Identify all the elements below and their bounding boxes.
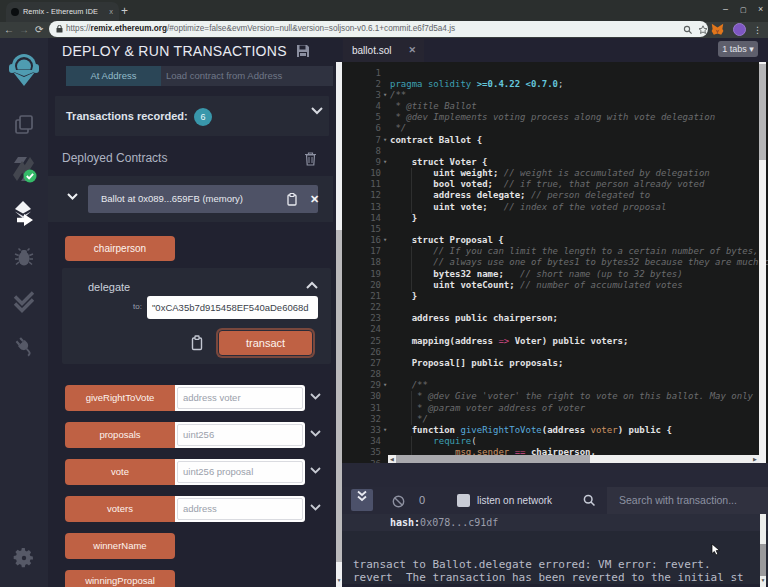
solidity-compiler-icon[interactable] (0, 154, 48, 188)
debugger-icon[interactable] (0, 245, 48, 273)
terminal-content: hash:0x078...c91df transact to Ballot.de… (342, 514, 768, 587)
fn-button-voters[interactable]: voters (65, 496, 175, 522)
delegate-to-input[interactable]: "0xCA35b7d915458EF540aDe6068d (147, 296, 318, 319)
url-search-icon[interactable] (683, 25, 693, 35)
transactions-recorded-label: Transactions recorded: (66, 110, 188, 122)
fn-row-proposals: proposalsuint256 (65, 422, 305, 448)
line-numbers: 1 2 3 4 5 6 7 8 9 10 11 12 13 14 15 16 1… (342, 68, 381, 464)
tx-hash-row[interactable]: hash:0x078...c91df (342, 514, 768, 531)
editor-hscrollbar[interactable]: ◀▶ (388, 455, 759, 463)
fn-expand-chevron-icon[interactable] (309, 466, 322, 475)
editor-tab-ballot[interactable]: ballot.sol ✕ (343, 39, 424, 62)
fn-expand-chevron-icon[interactable] (309, 503, 322, 512)
back-button[interactable]: ← (4, 22, 14, 38)
code-content: pragma solidity >=0.4.22 <0.7.0; /** * @… (390, 68, 768, 459)
url-host: remix.ethereum.org (91, 24, 167, 33)
browser-tab-title: Remix - Ethereum IDE (23, 2, 98, 22)
url-bar[interactable]: https://remix.ethereum.org/#optimize=fal… (49, 21, 708, 37)
fn-expand-chevron-icon[interactable] (309, 429, 322, 438)
fn-button-vote[interactable]: vote (65, 459, 175, 485)
window-maximize-button[interactable]: ▢ (740, 2, 747, 18)
fn-expand-chevron-icon[interactable] (309, 392, 322, 401)
code-editor[interactable]: 1 2 3 4 5 6 7 8 9 10 11 12 13 14 15 16 1… (342, 62, 768, 463)
deployed-contract-label: Ballot at 0x089...659FB (memory) (101, 193, 243, 204)
browser-tab[interactable]: Remix - Ethereum IDE x (6, 2, 119, 22)
fn-row-giveRightToVote: giveRightToVoteaddress voter (65, 385, 305, 411)
favicon (11, 8, 19, 16)
new-tab-button[interactable]: + (121, 2, 128, 20)
save-scenario-icon[interactable] (296, 44, 310, 58)
indent-guide (411, 168, 412, 213)
tab-close-icon[interactable]: x (109, 2, 113, 22)
fn-button-proposals[interactable]: proposals (65, 422, 175, 448)
fn-input-voters[interactable]: address (175, 496, 305, 522)
metamask-extension-icon[interactable] (711, 23, 724, 36)
deploy-run-icon[interactable] (0, 200, 48, 230)
delegate-to-label: to: (104, 302, 142, 311)
editor-tab-label: ballot.sol (352, 45, 391, 56)
lock-icon (56, 25, 63, 33)
plugin-manager-icon[interactable] (0, 334, 48, 362)
transactions-count-badge: 6 (194, 108, 212, 126)
remove-contract-icon[interactable]: ✕ (310, 185, 319, 213)
at-address-button[interactable]: At Address (66, 66, 161, 86)
window-minimize-button[interactable]: – (723, 2, 728, 16)
settings-gear-icon[interactable] (0, 546, 48, 574)
bookmark-star-icon[interactable] (698, 25, 708, 35)
pending-tx-count: 0 (419, 494, 425, 506)
terminal-gap (342, 463, 768, 487)
fn-row-vote: voteuint256 proposal (65, 459, 305, 485)
delegate-copy-icon[interactable] (190, 334, 204, 351)
at-address-input[interactable]: Load contract from Address (161, 66, 333, 86)
fn-input-proposals[interactable]: uint256 (175, 422, 305, 448)
forward-button[interactable]: → (19, 22, 29, 38)
trash-icon[interactable] (304, 151, 317, 166)
editor-tab-close-icon[interactable]: ✕ (408, 39, 416, 62)
activity-bar (0, 38, 48, 587)
unit-testing-icon[interactable] (0, 290, 48, 318)
remix-logo (0, 52, 48, 92)
panel-title: DEPLOY & RUN TRANSACTIONS (62, 43, 287, 59)
listen-network-checkbox[interactable] (457, 494, 470, 507)
editor-vscrollbar[interactable] (759, 62, 766, 463)
terminal-error-text: transact to Ballot.delegate errored: VM … (353, 558, 744, 584)
browser-menu-icon[interactable]: ⋮ (753, 22, 762, 38)
chairperson-button[interactable]: chairperson (65, 236, 175, 261)
transactions-chevron-icon[interactable] (310, 106, 324, 115)
fn-input-giveRightToVote[interactable]: address voter (175, 385, 305, 411)
mouse-cursor (711, 543, 721, 557)
deployed-contracts-label: Deployed Contracts (62, 151, 167, 165)
indent-guide (411, 391, 412, 425)
file-explorer-icon[interactable] (0, 113, 48, 141)
reload-button[interactable]: ⟳ (35, 22, 43, 38)
profile-avatar[interactable] (733, 23, 746, 36)
terminal-expand-button[interactable] (351, 489, 373, 511)
winner-name-button[interactable]: winnerName (65, 533, 175, 559)
terminal-scrollbar[interactable]: ▼ (760, 514, 766, 587)
copy-contract-icon[interactable] (286, 192, 298, 206)
contract-expand-chevron-icon[interactable] (66, 192, 79, 201)
window-close-button[interactable]: × (758, 2, 763, 16)
terminal-search-input[interactable]: Search with transaction... (607, 487, 768, 514)
terminal-search-icon (583, 494, 596, 507)
indent-guide (411, 246, 412, 291)
browser-tabstrip: Remix - Ethereum IDE x + – ▢ × (0, 0, 768, 22)
winning-proposal-button[interactable]: winningProposal (65, 570, 175, 587)
listen-network-label: listen on network (477, 495, 552, 507)
fn-row-voters: votersaddress (65, 496, 305, 522)
delegate-collapse-chevron-icon[interactable] (305, 281, 319, 290)
delegate-label: delegate (88, 281, 130, 293)
clear-console-icon[interactable] (392, 495, 405, 508)
fn-input-vote[interactable]: uint256 proposal (175, 459, 305, 485)
tabs-count-badge[interactable]: 1 tabs ▾ (718, 41, 758, 57)
deployed-contract-pill[interactable]: Ballot at 0x089...659FB (memory) ✕ (88, 185, 318, 213)
transact-button[interactable]: transact (218, 330, 313, 356)
fn-button-giveRightToVote[interactable]: giveRightToVote (65, 385, 175, 411)
